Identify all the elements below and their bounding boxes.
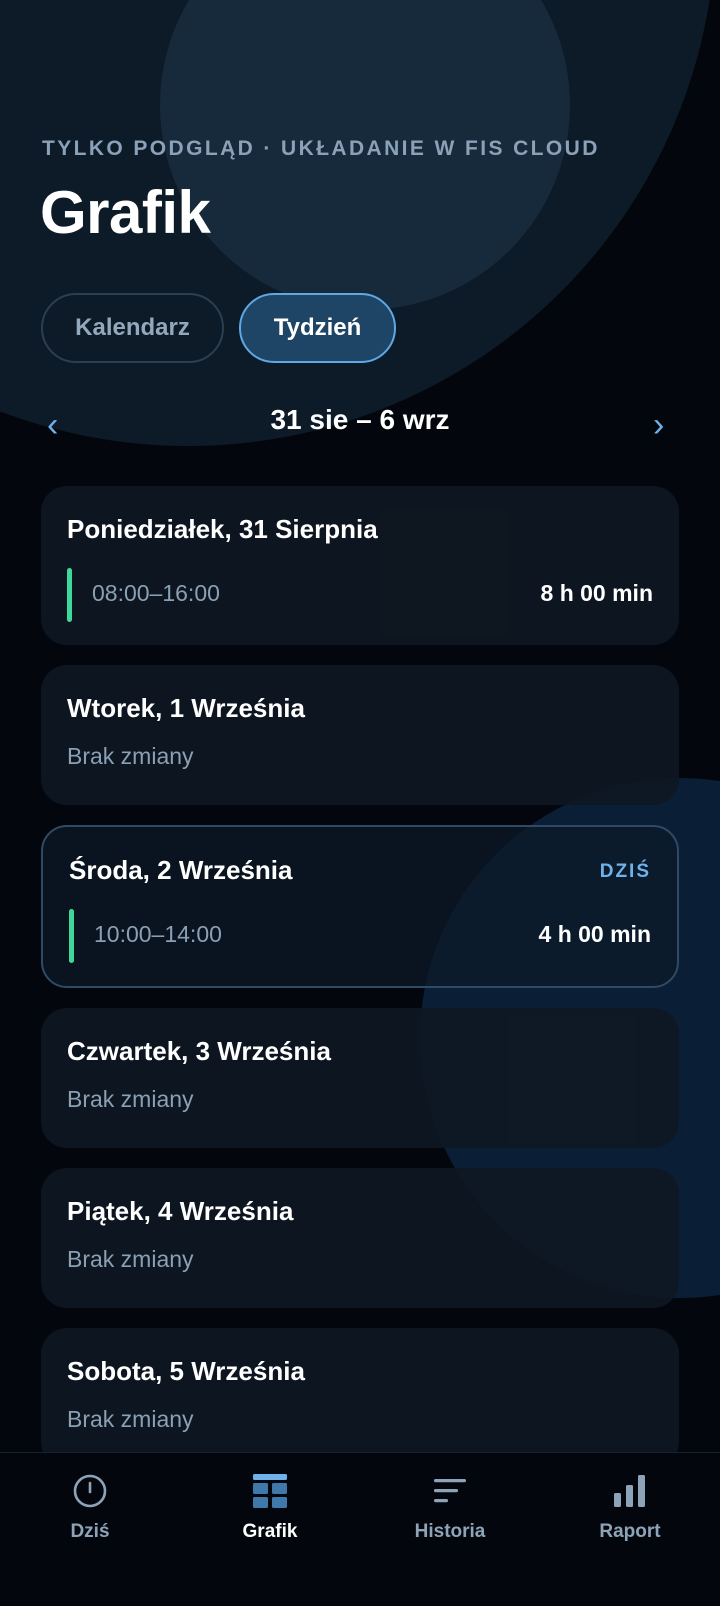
day-card[interactable]: Czwartek, 3 Września Brak zmiany xyxy=(41,1008,679,1148)
nav-tab-report[interactable]: Raport xyxy=(540,1471,720,1543)
week-view-toggle[interactable]: Tydzień xyxy=(239,293,396,363)
day-name: Piątek, 4 Września xyxy=(67,1196,294,1226)
day-card[interactable]: Piątek, 4 Września Brak zmiany xyxy=(41,1168,679,1308)
no-shift-label: Brak zmiany xyxy=(67,1086,194,1112)
nav-label: Dziś xyxy=(70,1521,110,1542)
day-card-today[interactable]: Środa, 2 Września DZIŚ 10:00–14:00 4 h 0… xyxy=(41,825,679,988)
shift-row: 10:00–14:00 4 h 00 min xyxy=(69,909,651,963)
next-week-button[interactable]: › xyxy=(653,405,664,445)
page-title: Grafik xyxy=(40,179,211,246)
nav-tab-today[interactable]: Dziś xyxy=(0,1471,180,1543)
shift-time: 08:00–16:00 xyxy=(92,580,220,606)
day-card[interactable]: Poniedziałek, 31 Sierpnia 08:00–16:00 8 … xyxy=(41,486,679,645)
bar-chart-icon xyxy=(540,1471,720,1511)
nav-label: Historia xyxy=(414,1521,486,1542)
day-name: Poniedziałek, 31 Sierpnia xyxy=(67,514,378,544)
day-list: Poniedziałek, 31 Sierpnia 08:00–16:00 8 … xyxy=(41,486,679,1488)
nav-label: Raport xyxy=(599,1521,661,1542)
day-name: Środa, 2 Września xyxy=(69,855,293,885)
day-name: Czwartek, 3 Września xyxy=(67,1036,331,1066)
header: TYLKO PODGLĄD · UKŁADANIE W FIS CLOUD Gr… xyxy=(0,0,720,460)
no-shift-label: Brak zmiany xyxy=(67,1246,194,1272)
no-shift-label: Brak zmiany xyxy=(67,743,194,769)
clock-icon xyxy=(0,1471,180,1511)
calendar-view-toggle[interactable]: Kalendarz xyxy=(41,293,224,363)
day-name: Sobota, 5 Września xyxy=(67,1356,305,1386)
day-card[interactable]: Sobota, 5 Września Brak zmiany xyxy=(41,1328,679,1468)
history-lines-icon xyxy=(360,1471,540,1511)
shift-duration: 8 h 00 min xyxy=(540,580,653,606)
shift-row: 08:00–16:00 8 h 00 min xyxy=(67,568,653,622)
schedule-grid-icon xyxy=(180,1471,360,1511)
nav-tab-history[interactable]: Historia xyxy=(360,1471,540,1543)
today-badge: DZIŚ xyxy=(599,861,651,882)
schedule-screen: TYLKO PODGLĄD · UKŁADANIE W FIS CLOUD Gr… xyxy=(0,0,720,1606)
no-shift-label: Brak zmiany xyxy=(67,1406,194,1432)
read-only-notice: TYLKO PODGLĄD · UKŁADANIE W FIS CLOUD xyxy=(42,137,600,160)
day-name: Wtorek, 1 Września xyxy=(67,693,305,723)
shift-time: 10:00–14:00 xyxy=(94,921,222,947)
shift-indicator xyxy=(69,909,74,963)
week-range-label: 31 sie – 6 wrz xyxy=(270,404,450,435)
bottom-navigation: Dziś Grafik Historia Raport xyxy=(0,1452,720,1606)
shift-indicator xyxy=(67,568,72,622)
nav-tab-schedule[interactable]: Grafik xyxy=(180,1471,360,1543)
shift-duration: 4 h 00 min xyxy=(538,921,651,947)
nav-label: Grafik xyxy=(242,1521,298,1542)
day-card[interactable]: Wtorek, 1 Września Brak zmiany xyxy=(41,665,679,805)
